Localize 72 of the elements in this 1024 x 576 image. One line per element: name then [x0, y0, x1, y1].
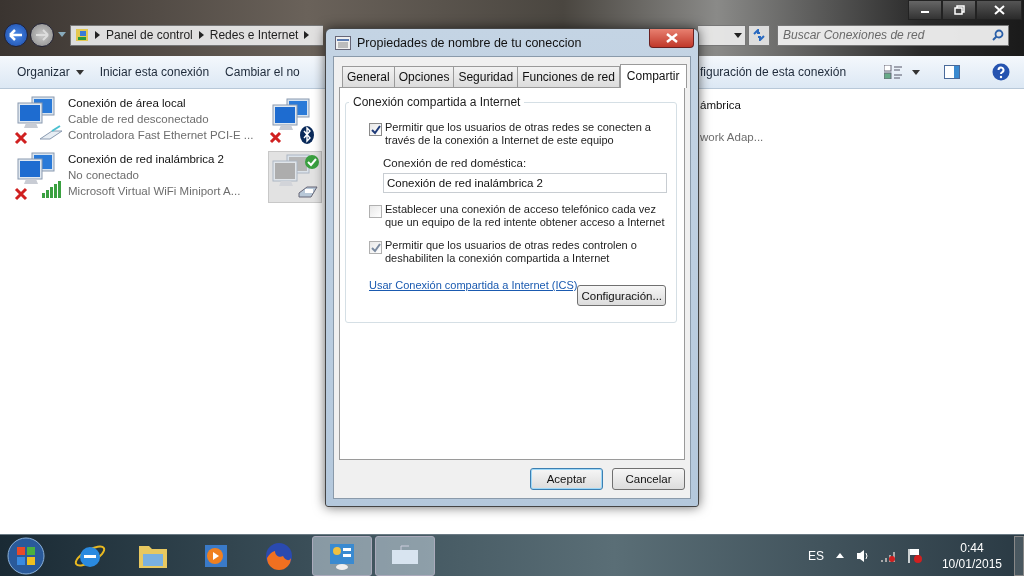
- checkbox-label: Permitir que los usuarios de otras redes controlen o deshabiliten la conexión compartida a Internet: [385, 239, 638, 265]
- connection-status: No conectado: [68, 168, 140, 183]
- history-caret-icon[interactable]: [58, 32, 66, 38]
- ics-link[interactable]: Usar Conexión compartida a Internet (ICS): [369, 279, 578, 291]
- tab[interactable]: Opciones: [393, 66, 455, 87]
- network-computers-icon: [269, 153, 321, 201]
- checkbox-label: Permitir que los usuarios de otras redes se conecten a través de la conexión a Internet de este equipo: [385, 121, 652, 147]
- chevron-icon: [304, 31, 310, 39]
- refresh-button[interactable]: [748, 24, 770, 46]
- adapter-name: Controladora Fast Ethernet PCI-E ...: [68, 128, 254, 143]
- flag-icon[interactable]: [907, 547, 922, 564]
- field-label: Conexión de red doméstica:: [383, 157, 528, 169]
- tab[interactable]: General: [342, 66, 395, 87]
- taskbar-app[interactable]: [375, 535, 435, 576]
- settings-button[interactable]: Configuración...: [577, 285, 667, 306]
- close-button[interactable]: [649, 29, 694, 48]
- restore-icon: [953, 5, 965, 15]
- cancel-button[interactable]: Cancelar: [612, 468, 685, 490]
- restore-button[interactable]: [942, 0, 976, 20]
- connection-name: Conexión de área local: [68, 96, 187, 111]
- toolbar-button[interactable]: Organizar: [0, 61, 92, 83]
- connection-text: work Adap...: [700, 130, 764, 145]
- group-title: Conexión compartida a Internet: [349, 95, 525, 109]
- close-icon: [665, 33, 678, 43]
- caret-icon[interactable]: [912, 69, 920, 75]
- search-icon: [992, 28, 1004, 41]
- clock-time: 0:44: [960, 539, 984, 556]
- minimize-button[interactable]: [908, 0, 942, 20]
- checkbox[interactable]: [369, 123, 382, 136]
- network-icon: [75, 28, 89, 42]
- connection-status: Cable de red desconectado: [68, 112, 210, 127]
- window-icon: [335, 35, 351, 50]
- caret-icon: [75, 69, 84, 75]
- arrow-right-icon: [35, 29, 49, 41]
- toolbar-button[interactable]: Iniciar esta conexión: [91, 61, 218, 83]
- address-bar[interactable]: Panel de control Redes e Internet: [70, 24, 323, 46]
- help-icon[interactable]: [992, 63, 1010, 81]
- show-desktop-button[interactable]: [1014, 535, 1024, 576]
- chevron-icon: [95, 31, 100, 39]
- search-field[interactable]: Buscar Conexiones de red: [777, 24, 1009, 46]
- ok-button[interactable]: Aceptar: [530, 468, 603, 490]
- connection-text: ámbrica: [700, 98, 742, 113]
- checkbox-label: Establecer una conexión de acceso telefónico cada vez que un equipo de la red intente obtener acceso a Internet: [385, 203, 666, 229]
- close-icon: [993, 5, 1005, 15]
- tab[interactable]: Funciones de red: [517, 66, 620, 87]
- forward-button[interactable]: [30, 23, 54, 47]
- close-button[interactable]: [976, 0, 1022, 20]
- tab[interactable]: Compartir: [619, 64, 687, 88]
- caret-icon: [734, 32, 742, 38]
- dialog-title: Propiedades de nombre de tu coneccion: [357, 35, 582, 50]
- view-options-icon[interactable]: [884, 65, 902, 79]
- tab[interactable]: Seguridad: [453, 66, 519, 87]
- toolbar-button[interactable]: Cambiar el no: [217, 61, 308, 83]
- show-hidden-icons-icon[interactable]: [835, 553, 844, 559]
- chevron-icon: [198, 31, 204, 39]
- taskbar-app[interactable]: [312, 535, 372, 576]
- breadcrumb[interactable]: Panel de control: [106, 28, 193, 42]
- connection-name: Conexión de red inalámbrica 2: [68, 152, 225, 167]
- clock[interactable]: 0:44 10/01/2015: [941, 539, 1002, 572]
- toolbar-button[interactable]: figuración de esta conexión: [700, 61, 855, 83]
- refresh-icon: [752, 29, 766, 41]
- back-button[interactable]: [4, 23, 28, 47]
- breadcrumb[interactable]: Redes e Internet: [209, 28, 299, 42]
- address-dropdown[interactable]: [698, 24, 746, 46]
- arrow-left-icon: [9, 29, 23, 41]
- clock-date: 10/01/2015: [941, 555, 1002, 572]
- adapter-name: Microsoft Virtual WiFi Miniport A...: [68, 184, 241, 199]
- preview-pane-icon[interactable]: [944, 65, 960, 79]
- speaker-icon[interactable]: [855, 548, 868, 563]
- home-network-field[interactable]: Conexión de red inalámbrica 2: [383, 173, 667, 193]
- language-indicator[interactable]: ES: [807, 548, 824, 563]
- start-button[interactable]: [6, 535, 46, 576]
